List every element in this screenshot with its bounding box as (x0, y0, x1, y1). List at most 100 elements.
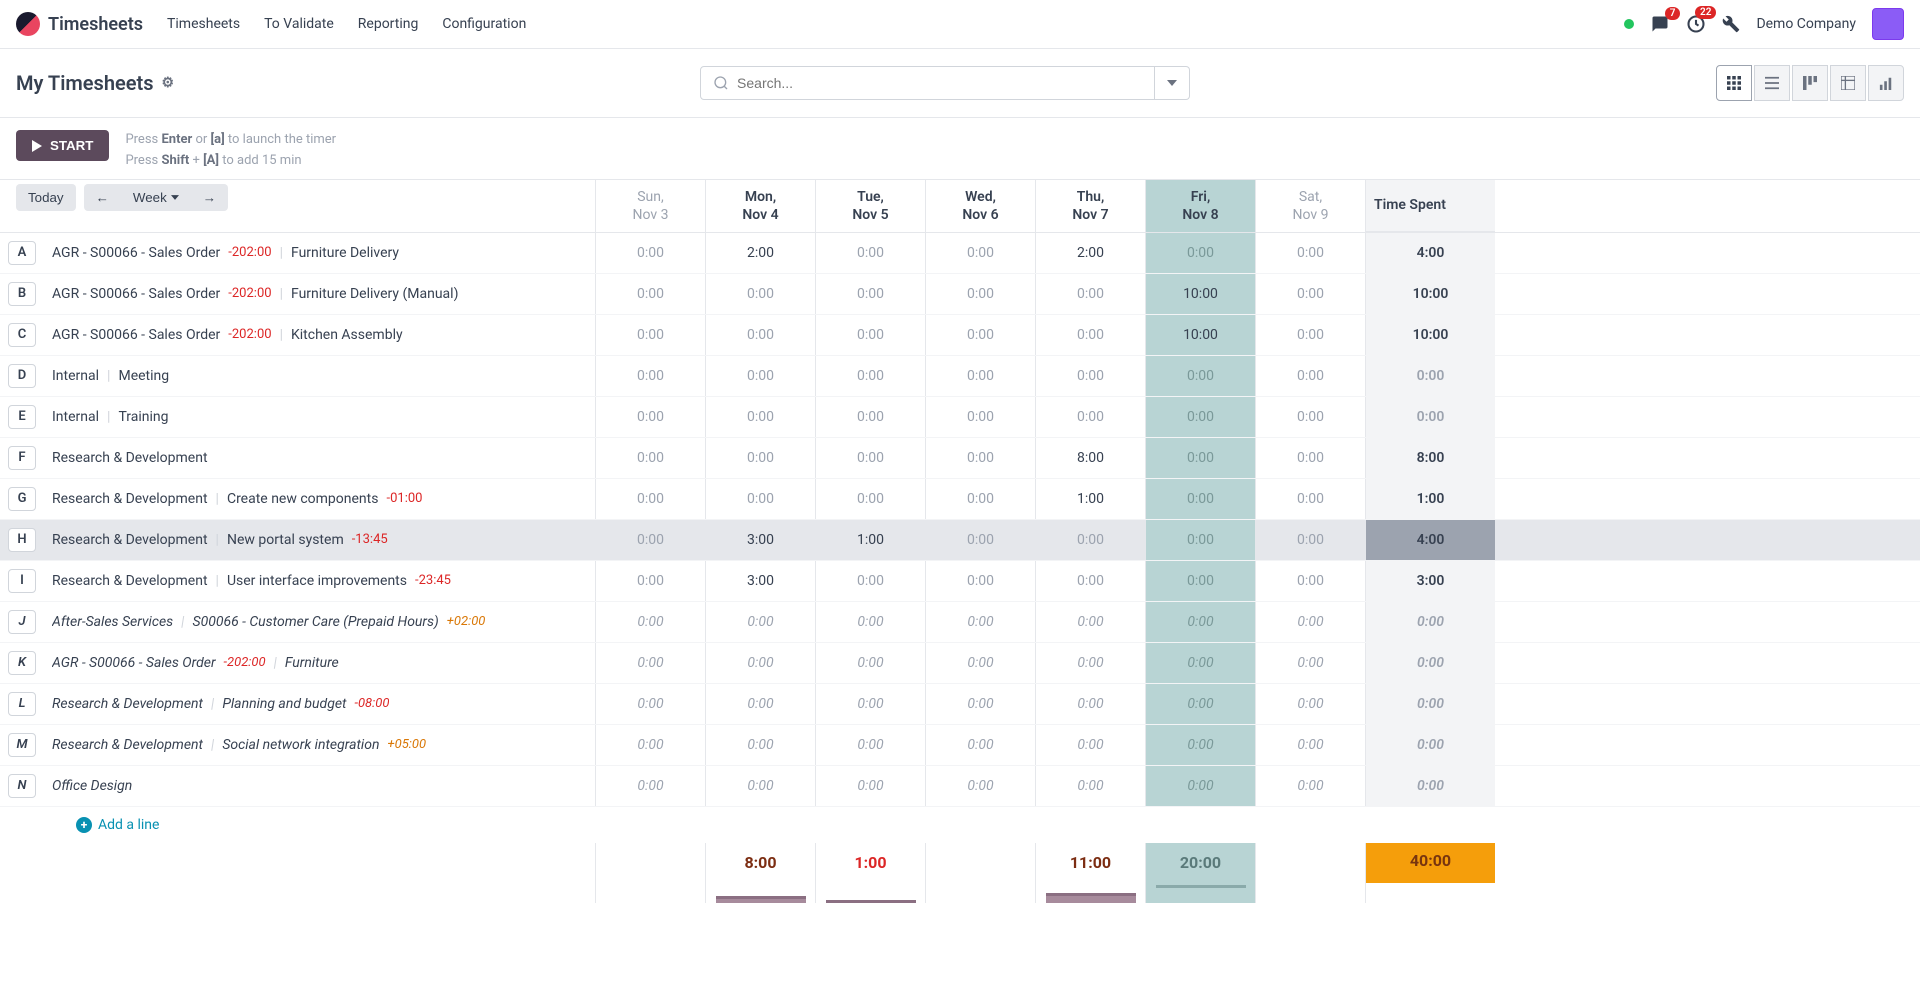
time-cell[interactable]: 0:00 (595, 438, 705, 478)
time-cell[interactable]: 0:00 (1255, 397, 1365, 437)
row-key[interactable]: D (8, 364, 36, 388)
time-cell[interactable]: 0:00 (1145, 520, 1255, 560)
time-cell[interactable]: 0:00 (815, 684, 925, 724)
time-cell[interactable]: 0:00 (925, 725, 1035, 765)
time-cell[interactable]: 0:00 (1035, 602, 1145, 642)
timesheet-row[interactable]: AAGR - S00066 - Sales Order-202:00|Furni… (0, 233, 1920, 274)
time-cell[interactable]: 0:00 (705, 274, 815, 314)
time-cell[interactable]: 0:00 (1145, 766, 1255, 806)
start-button[interactable]: START (16, 130, 109, 161)
view-kanban-button[interactable] (1792, 65, 1828, 101)
time-cell[interactable]: 0:00 (705, 684, 815, 724)
time-cell[interactable]: 0:00 (925, 356, 1035, 396)
time-cell[interactable]: 10:00 (1145, 274, 1255, 314)
time-cell[interactable]: 0:00 (595, 561, 705, 601)
time-cell[interactable]: 0:00 (925, 684, 1035, 724)
time-cell[interactable]: 0:00 (705, 602, 815, 642)
time-cell[interactable]: 0:00 (595, 315, 705, 355)
time-cell[interactable]: 0:00 (1255, 561, 1365, 601)
search-dropdown[interactable] (1155, 66, 1190, 100)
time-cell[interactable]: 0:00 (595, 233, 705, 273)
time-cell[interactable]: 0:00 (925, 438, 1035, 478)
time-cell[interactable]: 0:00 (815, 725, 925, 765)
timesheet-row[interactable]: GResearch & Development|Create new compo… (0, 479, 1920, 520)
timesheet-row[interactable]: DInternal|Meeting0:000:000:000:000:000:0… (0, 356, 1920, 397)
timesheet-row[interactable]: FResearch & Development0:000:000:000:008… (0, 438, 1920, 479)
row-key[interactable]: I (8, 569, 36, 593)
timesheet-row[interactable]: EInternal|Training0:000:000:000:000:000:… (0, 397, 1920, 438)
messages-button[interactable]: 7 (1650, 15, 1670, 33)
row-key[interactable]: G (8, 487, 36, 511)
time-cell[interactable]: 3:00 (705, 520, 815, 560)
view-list-button[interactable] (1754, 65, 1790, 101)
time-cell[interactable]: 2:00 (1035, 233, 1145, 273)
timesheet-row[interactable]: BAGR - S00066 - Sales Order-202:00|Furni… (0, 274, 1920, 315)
view-graph-button[interactable] (1868, 65, 1904, 101)
time-cell[interactable]: 0:00 (1145, 602, 1255, 642)
timesheet-row[interactable]: HResearch & Development|New portal syste… (0, 520, 1920, 561)
time-cell[interactable]: 0:00 (1035, 356, 1145, 396)
time-cell[interactable]: 0:00 (1255, 438, 1365, 478)
time-cell[interactable]: 1:00 (815, 520, 925, 560)
time-cell[interactable]: 0:00 (925, 520, 1035, 560)
search-box[interactable] (700, 66, 1155, 100)
time-cell[interactable]: 0:00 (1035, 274, 1145, 314)
nav-configuration[interactable]: Configuration (442, 12, 526, 36)
time-cell[interactable]: 0:00 (595, 274, 705, 314)
time-cell[interactable]: 2:00 (705, 233, 815, 273)
time-cell[interactable]: 0:00 (705, 397, 815, 437)
timesheet-row[interactable]: IResearch & Development|User interface i… (0, 561, 1920, 602)
time-cell[interactable]: 0:00 (1255, 725, 1365, 765)
time-cell[interactable]: 8:00 (1035, 438, 1145, 478)
time-cell[interactable]: 0:00 (1035, 725, 1145, 765)
time-cell[interactable]: 0:00 (595, 684, 705, 724)
row-key[interactable]: K (8, 651, 36, 675)
time-cell[interactable]: 0:00 (925, 233, 1035, 273)
time-cell[interactable]: 0:00 (1255, 315, 1365, 355)
time-cell[interactable]: 0:00 (595, 766, 705, 806)
time-cell[interactable]: 0:00 (815, 561, 925, 601)
row-key[interactable]: N (8, 774, 36, 798)
timesheet-row[interactable]: NOffice Design0:000:000:000:000:000:000:… (0, 766, 1920, 807)
timesheet-row[interactable]: MResearch & Development|Social network i… (0, 725, 1920, 766)
time-cell[interactable]: 0:00 (595, 520, 705, 560)
time-cell[interactable]: 0:00 (925, 602, 1035, 642)
time-cell[interactable]: 0:00 (815, 315, 925, 355)
time-cell[interactable]: 0:00 (1035, 397, 1145, 437)
time-cell[interactable]: 0:00 (815, 397, 925, 437)
row-key[interactable]: L (8, 692, 36, 716)
time-cell[interactable]: 0:00 (815, 643, 925, 683)
time-cell[interactable]: 0:00 (1035, 684, 1145, 724)
time-cell[interactable]: 0:00 (1145, 397, 1255, 437)
time-cell[interactable]: 0:00 (1145, 479, 1255, 519)
gear-icon[interactable]: ⚙ (162, 75, 175, 91)
company-selector[interactable]: Demo Company (1756, 16, 1856, 32)
time-cell[interactable]: 0:00 (705, 479, 815, 519)
time-cell[interactable]: 0:00 (925, 479, 1035, 519)
nav-timesheets[interactable]: Timesheets (167, 12, 240, 36)
time-cell[interactable]: 0:00 (1145, 233, 1255, 273)
time-cell[interactable]: 0:00 (1255, 274, 1365, 314)
time-cell[interactable]: 0:00 (705, 766, 815, 806)
time-cell[interactable]: 0:00 (705, 643, 815, 683)
time-cell[interactable]: 0:00 (1255, 356, 1365, 396)
nav-reporting[interactable]: Reporting (358, 12, 419, 36)
timesheet-row[interactable]: JAfter-Sales Services|S00066 - Customer … (0, 602, 1920, 643)
row-key[interactable]: M (8, 733, 36, 757)
time-cell[interactable]: 0:00 (815, 233, 925, 273)
time-cell[interactable]: 0:00 (925, 561, 1035, 601)
row-key[interactable]: B (8, 282, 36, 306)
time-cell[interactable]: 0:00 (1035, 520, 1145, 560)
time-cell[interactable]: 0:00 (1255, 233, 1365, 273)
time-cell[interactable]: 0:00 (815, 438, 925, 478)
time-cell[interactable]: 0:00 (1145, 725, 1255, 765)
view-grid-button[interactable] (1716, 65, 1752, 101)
time-cell[interactable]: 0:00 (705, 315, 815, 355)
search-input[interactable] (737, 75, 1142, 91)
time-cell[interactable]: 0:00 (925, 315, 1035, 355)
time-cell[interactable]: 0:00 (595, 602, 705, 642)
activities-button[interactable]: 22 (1686, 14, 1706, 34)
view-pivot-button[interactable] (1830, 65, 1866, 101)
row-key[interactable]: E (8, 405, 36, 429)
row-key[interactable]: J (8, 610, 36, 634)
